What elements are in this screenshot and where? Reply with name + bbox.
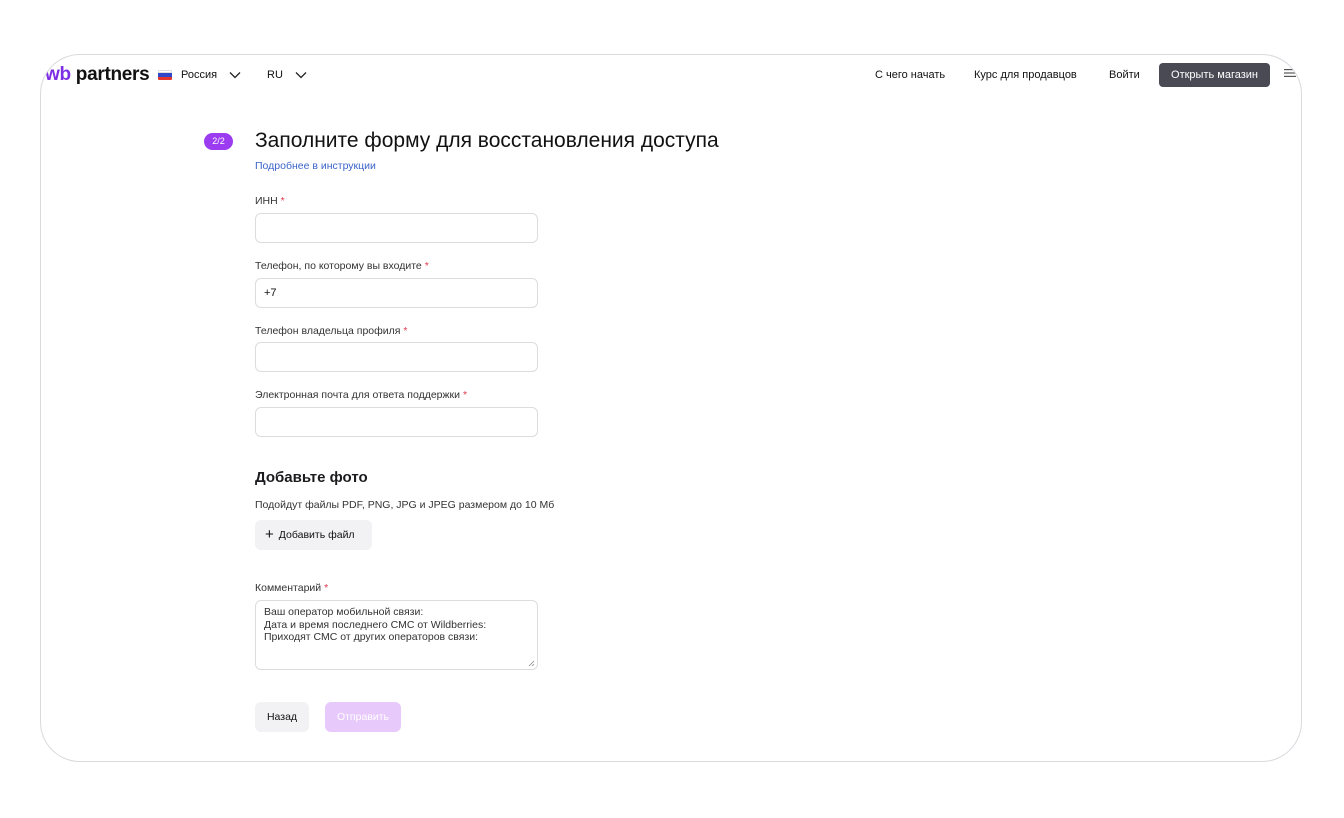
comment-textarea[interactable]: Ваш оператор мобильной связи: Дата и вре… bbox=[255, 600, 538, 670]
instructions-link[interactable]: Подробнее в инструкции bbox=[255, 160, 376, 172]
chevron-down-icon bbox=[229, 72, 241, 79]
plus-icon: + bbox=[265, 526, 274, 543]
nav-link-getting-started[interactable]: С чего начать bbox=[875, 63, 945, 87]
inn-label: ИНН * bbox=[255, 195, 285, 207]
comment-label: Комментарий * bbox=[255, 582, 329, 594]
resize-handle-icon[interactable] bbox=[528, 660, 535, 667]
support-email-label: Электронная почта для ответа поддержки * bbox=[255, 389, 468, 401]
menu-icon[interactable] bbox=[1284, 68, 1296, 78]
wb-partners-logo[interactable]: wb partners bbox=[45, 63, 150, 87]
chevron-down-icon bbox=[295, 72, 307, 79]
photo-section-title: Добавьте фото bbox=[255, 469, 368, 486]
open-store-button[interactable]: Открыть магазин bbox=[1159, 63, 1270, 87]
login-link[interactable]: Войти bbox=[1109, 63, 1140, 87]
login-phone-input[interactable]: +7 bbox=[255, 278, 538, 308]
inn-input[interactable] bbox=[255, 213, 538, 243]
nav-link-seller-course[interactable]: Курс для продавцов bbox=[974, 63, 1077, 87]
step-badge: 2/2 bbox=[204, 133, 233, 150]
russia-flag-icon bbox=[158, 70, 172, 81]
page-title: Заполните форму для восстановления досту… bbox=[255, 129, 719, 152]
owner-phone-label: Телефон владельца профиля * bbox=[255, 325, 408, 337]
back-button[interactable]: Назад bbox=[255, 702, 309, 732]
support-email-input[interactable] bbox=[255, 407, 538, 437]
top-header: wb partners Россия RU С чего начать Курс… bbox=[41, 63, 1301, 87]
country-label: Россия bbox=[181, 69, 218, 81]
submit-button[interactable]: Отправить bbox=[325, 702, 401, 732]
owner-phone-input[interactable] bbox=[255, 342, 538, 372]
page-frame: wb partners Россия RU С чего начать Курс… bbox=[40, 54, 1302, 762]
language-label: RU bbox=[267, 69, 283, 81]
login-phone-label: Телефон, по которому вы входите * bbox=[255, 260, 429, 272]
file-format-hint: Подойдут файлы PDF, PNG, JPG и JPEG разм… bbox=[255, 499, 555, 511]
language-selector[interactable]: RU bbox=[267, 63, 307, 87]
add-file-button[interactable]: + Добавить файл bbox=[255, 520, 372, 550]
country-selector[interactable]: Россия bbox=[158, 63, 241, 87]
